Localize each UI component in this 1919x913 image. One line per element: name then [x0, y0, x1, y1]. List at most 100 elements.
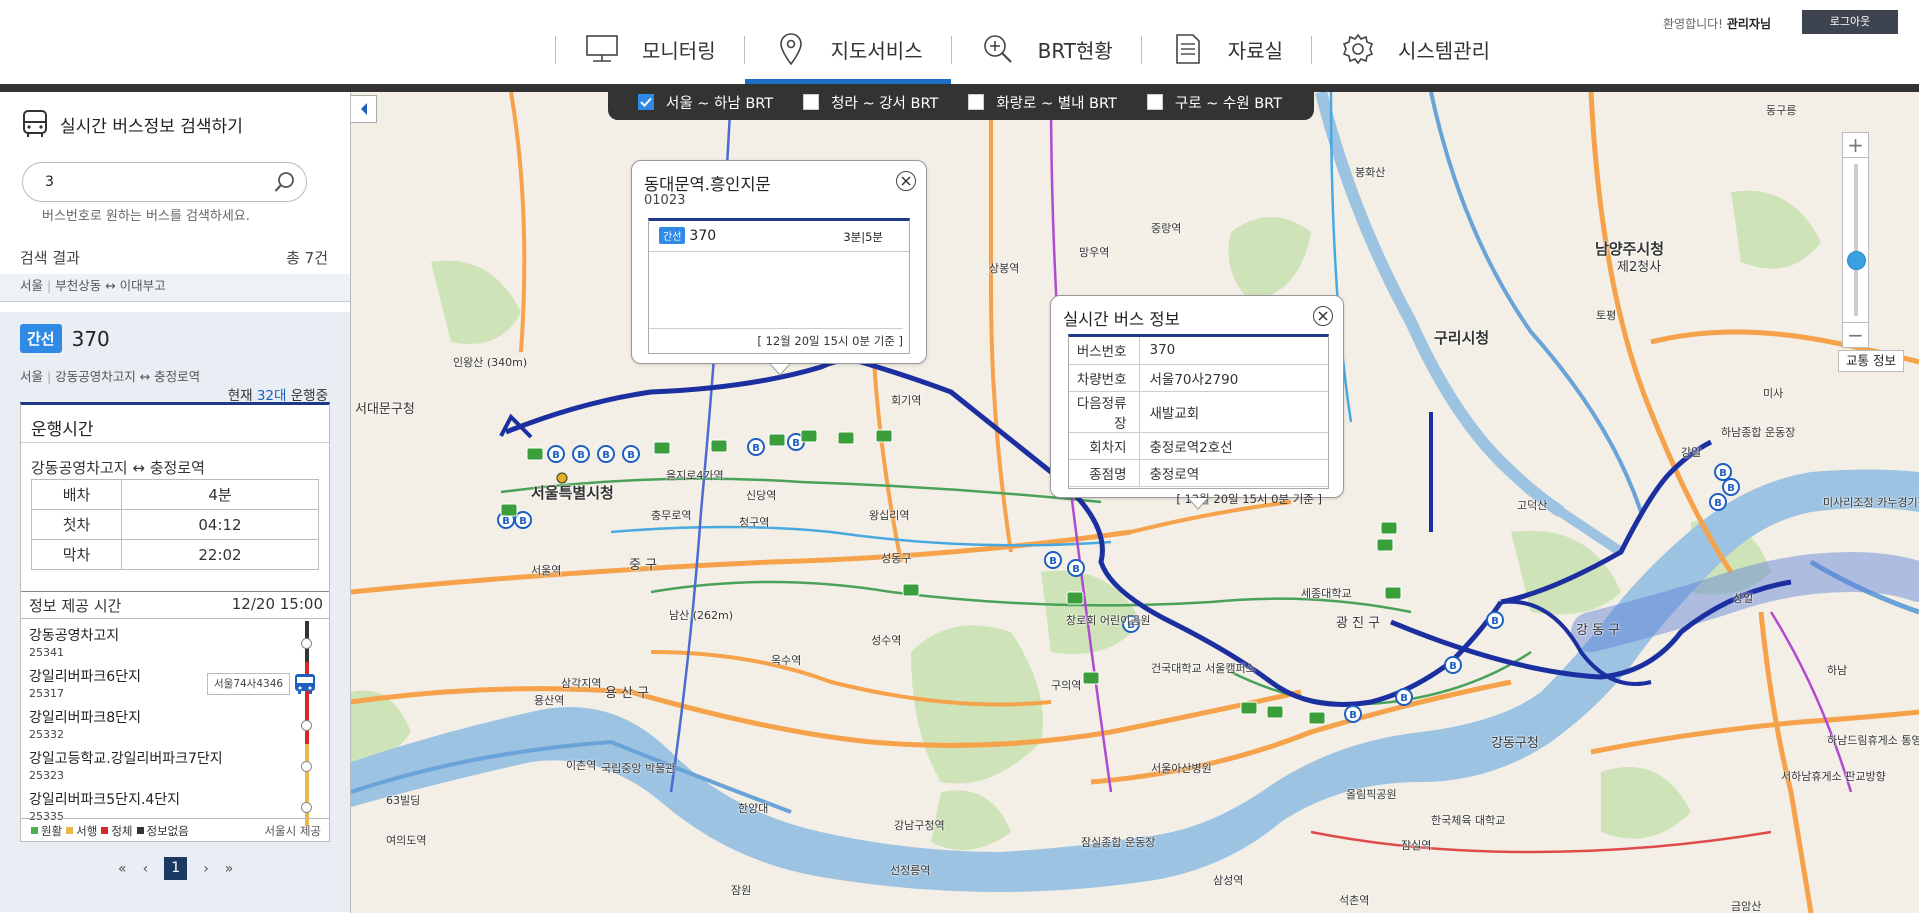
- svg-text:B: B: [752, 443, 760, 454]
- stop-dot: [301, 761, 312, 772]
- schedule-card: 운행시간 강동공영차고지 ↔ 충정로역 배차 4분 첫차 04:12 막차 22:02…: [20, 402, 330, 842]
- panel-title: 실시간 버스정보 검색하기: [60, 116, 243, 137]
- traffic-info-button[interactable]: 교통 정보: [1838, 350, 1904, 372]
- bus-plate-tag[interactable]: 서울74사4346: [207, 673, 291, 695]
- page-button-current[interactable]: 1: [164, 857, 188, 880]
- zoom-out-button[interactable]: −: [1842, 322, 1869, 348]
- route-type-badge: 간선: [659, 227, 686, 244]
- checkbox-icon[interactable]: [803, 94, 820, 110]
- close-icon: [901, 176, 911, 186]
- nav-label: 모니터링: [642, 38, 716, 63]
- panel-collapse-button[interactable]: [351, 95, 377, 123]
- checkbox-checked-icon[interactable]: [638, 94, 654, 110]
- stop-dot: [301, 802, 312, 813]
- stop-name: 강동공영차고지: [29, 628, 120, 644]
- zoom-slider[interactable]: [1842, 158, 1869, 322]
- map-label: 잠실역: [1401, 839, 1432, 852]
- list-item[interactable]: 강동공영차고지 25341: [21, 621, 329, 662]
- map-label: 동구릉: [1766, 104, 1797, 117]
- map-label: 제2청사: [1617, 260, 1662, 275]
- nav-map-service[interactable]: 지도서비스: [744, 22, 951, 84]
- zoom-handle[interactable]: [1847, 251, 1866, 270]
- zoom-in-button[interactable]: +: [1842, 132, 1869, 158]
- nav-monitoring[interactable]: 모니터링: [556, 22, 744, 84]
- nav-label: BRT현황: [1037, 38, 1113, 63]
- arrival-row[interactable]: 간선 370: [659, 227, 716, 244]
- greeting: 환영합니다! 관리자님: [1663, 15, 1771, 32]
- schedule-value: 22:02: [121, 539, 319, 570]
- nav-brt-status[interactable]: BRT현황: [952, 22, 1141, 84]
- result-item[interactable]: 서울 | 부천상동 ↔ 이대부고: [0, 274, 350, 302]
- map-label: 서하남휴게소 판교방향: [1781, 770, 1886, 783]
- nav-system-admin[interactable]: 시스템관리: [1312, 22, 1518, 84]
- map-label: 금암산: [1731, 900, 1762, 913]
- map-view[interactable]: BBBB BBB BB BB BB BBB BBB 서울: [351, 92, 1919, 913]
- bus-search-box: [22, 162, 307, 202]
- bus-search-input[interactable]: [45, 174, 265, 190]
- map-label: 올림픽공원: [1346, 788, 1397, 801]
- schedule-table: 배차 4분 첫차 04:12 막차 22:02: [31, 479, 319, 570]
- svg-text:B: B: [519, 516, 527, 527]
- brt-filter-guro-suwon[interactable]: 구로 ~ 수원 BRT: [1146, 92, 1282, 113]
- bus-icon[interactable]: [293, 673, 317, 699]
- row-key: 회차지: [1069, 432, 1140, 460]
- schedule-key: 막차: [31, 539, 122, 570]
- schedule-key: 배차: [31, 479, 122, 510]
- svg-text:B: B: [1349, 710, 1357, 721]
- prev-page-button[interactable]: ‹: [143, 861, 149, 877]
- route-type-badge: 간선: [20, 324, 62, 353]
- svg-text:B: B: [1449, 661, 1457, 672]
- map-label: 망우역: [1079, 246, 1110, 259]
- brt-filter-hwarang-byeolnae[interactable]: 화랑로 ~ 별내 BRT: [968, 92, 1117, 113]
- stop-popup: 동대문역.흥인지문 01023 간선 370 3분|5분 [ 12월 20일 1…: [631, 160, 927, 376]
- legend-swatch: [101, 827, 109, 834]
- selected-result: 간선 370 서울 | 강동공영차고지 ↔ 충정로역 현재 32대 운행중 운행시간…: [0, 312, 350, 912]
- close-button[interactable]: [1313, 306, 1333, 326]
- close-button[interactable]: [896, 171, 916, 191]
- nav-library[interactable]: 자료실: [1142, 22, 1311, 84]
- checkbox-icon[interactable]: [968, 94, 985, 110]
- map-label: 신당역: [746, 489, 777, 502]
- brt-filter-cheongna-gangseo[interactable]: 청라 ~ 강서 BRT: [803, 92, 938, 113]
- logout-button[interactable]: 로그아웃: [1802, 10, 1898, 34]
- map-label: 삼성역: [1213, 874, 1244, 887]
- stop-arrivals: 간선 370 3분|5분 [ 12월 20일 15시 0분 기준 ]: [648, 218, 910, 354]
- legend-label: 정체: [111, 823, 133, 838]
- map-label: 미사: [1763, 387, 1784, 400]
- map-label: 석촌역: [1339, 894, 1370, 907]
- last-page-button[interactable]: »: [225, 861, 234, 877]
- minus-icon: −: [1847, 323, 1864, 347]
- map-label: 한국체육 대학교: [1431, 814, 1506, 827]
- row-value: 서울70사2790: [1139, 364, 1328, 392]
- bus-info-title: 실시간 버스 정보: [1063, 310, 1180, 329]
- map-label: 삼각지역: [561, 677, 602, 690]
- row-value: 새발교회: [1139, 391, 1328, 433]
- search-button[interactable]: [274, 171, 296, 197]
- first-page-button[interactable]: «: [118, 861, 127, 877]
- brt-filter-seoul-hanam[interactable]: 서울 ~ 하남 BRT: [638, 92, 773, 113]
- map-label: 중 구: [629, 558, 658, 573]
- nav-label: 지도서비스: [830, 38, 923, 63]
- pagination: « ‹ 1 › »: [110, 857, 241, 880]
- brt-filter-label: 화랑로 ~ 별내 BRT: [996, 95, 1117, 112]
- route-header[interactable]: 간선 370: [20, 324, 110, 353]
- stop-dot: [301, 638, 312, 649]
- svg-text:B: B: [577, 450, 585, 461]
- checkbox-icon[interactable]: [1146, 94, 1163, 110]
- result-region: 서울: [20, 278, 44, 293]
- panel-header: 실시간 버스정보 검색하기: [22, 110, 243, 138]
- list-item[interactable]: 강일리버파크8단지 25332: [21, 703, 329, 744]
- zoom-in-icon: [980, 32, 1016, 66]
- next-page-button[interactable]: ›: [203, 861, 209, 877]
- main-nav: 모니터링 지도서비스 BRT현황 자료실 시스템관리: [555, 22, 1518, 84]
- map-label: 선정릉역: [890, 864, 931, 877]
- popup-pointer: [1188, 498, 1208, 510]
- list-item[interactable]: 강일고등학교.강일리버파크7단지 25323: [21, 744, 329, 785]
- stop-id: 25332: [29, 728, 64, 741]
- divider: [649, 251, 909, 252]
- map-label: 남산 (262m): [669, 609, 734, 622]
- stop-id: 25341: [29, 646, 64, 659]
- svg-text:B: B: [1400, 693, 1408, 704]
- user-name: 관리자님: [1726, 17, 1771, 31]
- map-pin-icon: [773, 32, 809, 66]
